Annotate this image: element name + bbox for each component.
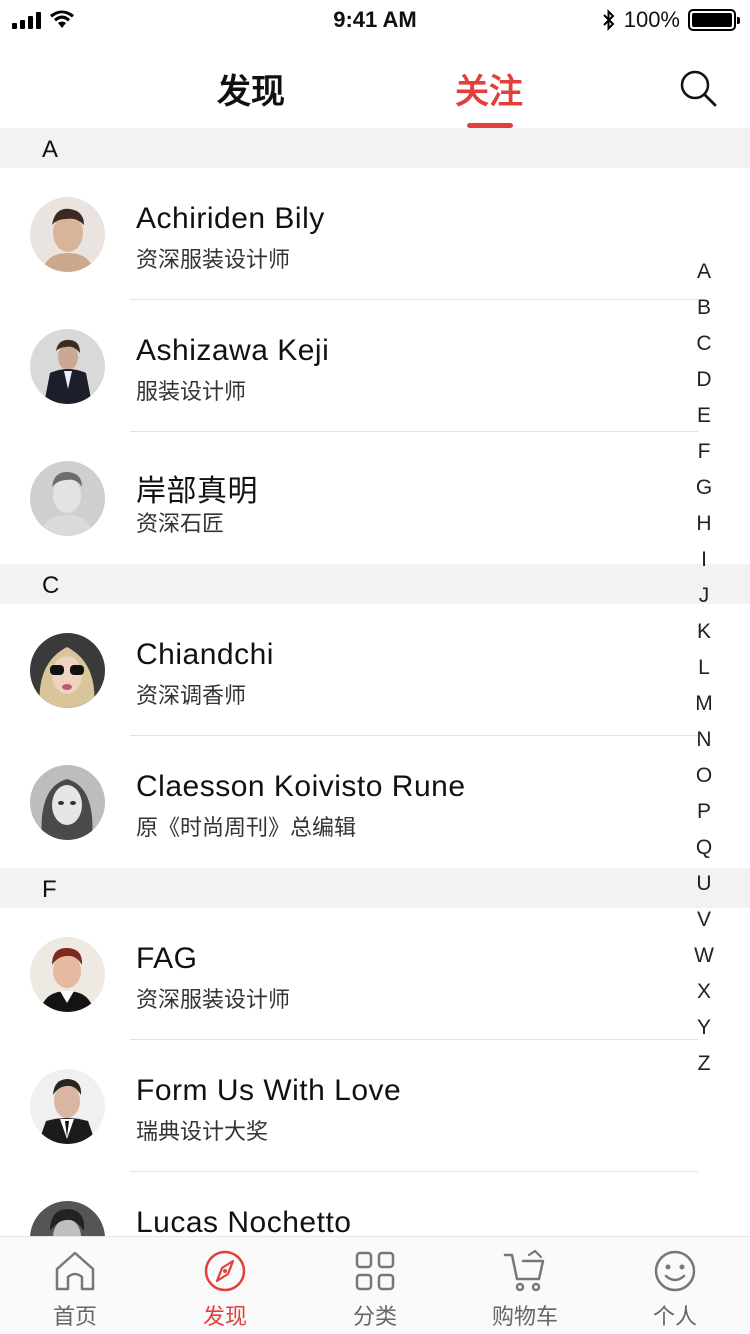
list-item[interactable]: Achiriden Bily 资深服装设计师 — [0, 168, 750, 300]
tab-label: 发现 — [202, 1304, 247, 1329]
tab-label: 购物车 — [491, 1304, 558, 1329]
alphabet-letter-m[interactable]: M — [695, 686, 713, 722]
alphabet-letter-e[interactable]: E — [697, 398, 711, 434]
home-icon — [55, 1251, 95, 1291]
avatar — [30, 765, 105, 840]
alphabet-letter-l[interactable]: L — [698, 650, 710, 686]
avatar — [30, 197, 105, 272]
contact-name: Lucas Nochetto — [136, 1206, 352, 1239]
contact-name: Achiriden Bily — [136, 202, 325, 235]
list-item[interactable]: Chiandchi 资深调香师 — [0, 604, 750, 736]
alphabet-letter-f[interactable]: F — [698, 434, 711, 470]
compass-icon — [204, 1250, 246, 1292]
category-grid-icon — [355, 1251, 395, 1291]
tab-label: 首页 — [52, 1304, 97, 1329]
contact-title: 资深服装设计师 — [136, 247, 291, 272]
alphabet-letter-i[interactable]: I — [701, 542, 707, 578]
section-header-f: F — [0, 868, 750, 908]
tab-home[interactable]: 首页 — [0, 1237, 150, 1334]
contact-title: 资深服装设计师 — [136, 987, 291, 1012]
status-bar: 9:41 AM 100% — [0, 0, 750, 40]
bottom-tab-bar: 首页 发现 分类 购物车 个人 — [0, 1236, 750, 1334]
contact-title: 资深调香师 — [136, 683, 247, 708]
cart-icon — [503, 1249, 545, 1292]
alphabet-letter-p[interactable]: P — [697, 794, 711, 830]
battery-percent: 100% — [623, 7, 680, 32]
alphabet-letter-q[interactable]: Q — [696, 830, 712, 866]
alphabet-letter-h[interactable]: H — [696, 506, 711, 542]
alphabet-letter-x[interactable]: X — [697, 974, 711, 1010]
bluetooth-icon — [603, 9, 615, 31]
contact-name: FAG — [136, 942, 198, 975]
avatar — [30, 1069, 105, 1144]
contact-title: 服装设计师 — [136, 379, 247, 404]
alphabet-letter-j[interactable]: J — [699, 578, 710, 614]
avatar — [30, 329, 105, 404]
contact-name: Claesson Koivisto Rune — [136, 770, 466, 803]
tab-label: 分类 — [352, 1304, 397, 1329]
avatar — [30, 633, 105, 708]
contact-name: Chiandchi — [136, 638, 274, 671]
alphabet-letter-v[interactable]: V — [697, 902, 711, 938]
alphabet-letter-u[interactable]: U — [696, 866, 711, 902]
contact-name: Ashizawa Keji — [136, 334, 330, 367]
tab-profile[interactable]: 个人 — [600, 1237, 750, 1334]
alphabet-letter-n[interactable]: N — [696, 722, 711, 758]
contact-title: 资深石匠 — [136, 511, 225, 536]
tab-label: 个人 — [652, 1304, 697, 1329]
avatar — [30, 937, 105, 1012]
section-header-c: C — [0, 564, 750, 604]
smiley-icon — [654, 1250, 696, 1292]
alphabet-index[interactable]: ABCDEFGHIJKLMNOPQUVWXYZ — [688, 254, 720, 1082]
alphabet-letter-k[interactable]: K — [697, 614, 711, 650]
alphabet-letter-z[interactable]: Z — [698, 1046, 711, 1082]
contact-name: 岸部真明 — [136, 475, 258, 508]
battery-icon — [688, 9, 740, 31]
avatar — [30, 461, 105, 536]
search-icon[interactable] — [678, 68, 718, 108]
contact-title: 原《时尚周刊》总编辑 — [136, 815, 357, 840]
list-item[interactable]: 岸部真明 资深石匠 — [0, 432, 750, 564]
alphabet-letter-o[interactable]: O — [696, 758, 712, 794]
section-header-a: A — [0, 128, 750, 168]
alphabet-letter-d[interactable]: D — [696, 362, 711, 398]
alphabet-letter-b[interactable]: B — [697, 290, 711, 326]
tab-follow[interactable]: 关注 — [455, 64, 523, 113]
alphabet-letter-c[interactable]: C — [696, 326, 711, 362]
tab-cart[interactable]: 购物车 — [450, 1237, 600, 1334]
contact-title: 瑞典设计大奖 — [136, 1119, 269, 1144]
alphabet-letter-w[interactable]: W — [694, 938, 714, 974]
contact-name: Form Us With Love — [136, 1074, 402, 1107]
alphabet-letter-g[interactable]: G — [696, 470, 712, 506]
list-item[interactable]: Ashizawa Keji 服装设计师 — [0, 300, 750, 432]
tab-discover-bottom[interactable]: 发现 — [150, 1237, 300, 1334]
tab-category[interactable]: 分类 — [300, 1237, 450, 1334]
status-right: 100% — [602, 7, 740, 33]
alphabet-letter-a[interactable]: A — [697, 254, 711, 290]
list-item[interactable]: Claesson Koivisto Rune 原《时尚周刊》总编辑 — [0, 736, 750, 868]
list-item[interactable]: FAG 资深服装设计师 — [0, 908, 750, 1040]
tab-discover[interactable]: 发现 — [217, 64, 285, 113]
list-item[interactable]: Form Us With Love 瑞典设计大奖 — [0, 1040, 750, 1172]
top-nav: 发现 关注 — [0, 40, 750, 128]
alphabet-letter-y[interactable]: Y — [697, 1010, 711, 1046]
following-list: A Achiriden Bily 资深服装设计师 Ashizawa Keji 服… — [0, 128, 750, 1304]
